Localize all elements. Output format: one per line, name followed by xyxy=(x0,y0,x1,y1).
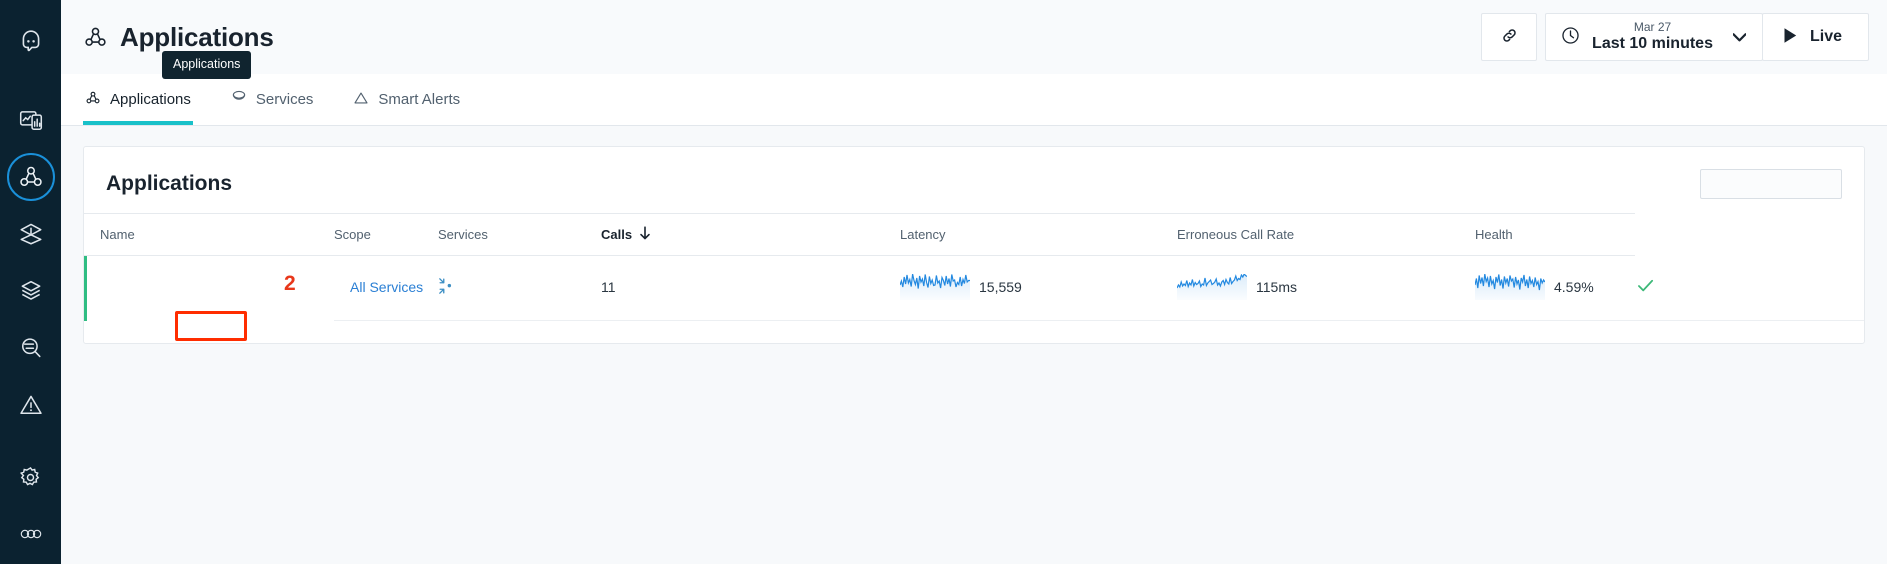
sidebar-item-applications[interactable] xyxy=(6,153,55,201)
search-box[interactable] xyxy=(1700,169,1886,199)
card-header: Applications xyxy=(84,147,1886,213)
arrow-down-icon xyxy=(639,226,651,243)
table-body: All Services 11 15,559 115ms 4.59% xyxy=(84,255,1864,321)
latency-value: 115ms xyxy=(1256,279,1297,295)
column-header-erroneous-label: Erroneous Call Rate xyxy=(1177,227,1295,242)
robot-logo-icon xyxy=(18,29,44,55)
sidebar-item-log-search[interactable] xyxy=(7,324,55,372)
dashboard-icon xyxy=(18,107,44,133)
share-link-button[interactable] xyxy=(1481,13,1538,61)
tab-services[interactable]: Services xyxy=(229,74,316,125)
sidebar-item-more[interactable] xyxy=(7,510,55,558)
warning-triangle-icon xyxy=(353,90,369,110)
column-header-erroneous-call-rate[interactable]: Erroneous Call Rate xyxy=(1177,213,1475,256)
primary-sidebar xyxy=(0,0,61,564)
page-header: Applications Applications Mar 27 Last 10… xyxy=(61,0,1887,79)
column-header-services[interactable]: Services xyxy=(438,213,601,256)
column-header-latency[interactable]: Latency xyxy=(900,213,1177,256)
sidebar-item-events[interactable] xyxy=(7,381,55,429)
sidebar-item-robot-logo[interactable] xyxy=(7,18,55,66)
column-header-services-label: Services xyxy=(438,227,488,242)
calls-metric: 15,559 xyxy=(900,274,1177,300)
header-actions: Mar 27 Last 10 minutes Live xyxy=(1481,13,1869,61)
table-header-row: Name Scope Services Calls Latency Errone… xyxy=(84,213,1864,256)
applications-icon xyxy=(18,164,44,190)
tab-services-label: Services xyxy=(255,91,314,108)
column-header-name[interactable]: Name xyxy=(84,213,334,256)
services-icon xyxy=(231,90,247,110)
card-title: Applications xyxy=(106,172,233,195)
calls-value: 15,559 xyxy=(979,279,1022,295)
applications-icon xyxy=(85,90,101,110)
link-icon xyxy=(1500,26,1519,48)
clock-icon xyxy=(1560,25,1581,49)
tab-applications[interactable]: Applications xyxy=(83,74,193,125)
time-range-date: Mar 27 xyxy=(1633,19,1672,34)
more-icon xyxy=(18,525,44,543)
search-input[interactable] xyxy=(1710,176,1886,192)
time-range-value: Last 10 minutes xyxy=(1592,34,1713,52)
column-header-scope-label: Scope xyxy=(334,227,371,242)
analyze-icon xyxy=(18,221,44,247)
latency-metric: 115ms xyxy=(1177,274,1475,300)
alerts-icon xyxy=(18,392,44,418)
sidebar-item-settings[interactable] xyxy=(7,453,55,501)
live-label: Live xyxy=(1809,28,1842,45)
cell-erroneous-call-rate: 4.59% xyxy=(1475,255,1635,321)
column-header-name-label: Name xyxy=(100,227,135,242)
live-button[interactable]: Live xyxy=(1761,13,1869,61)
column-header-calls[interactable]: Calls xyxy=(601,213,900,256)
check-icon xyxy=(1635,275,1656,299)
tab-smart-alerts[interactable]: Smart Alerts xyxy=(351,74,462,125)
time-range-picker[interactable]: Mar 27 Last 10 minutes xyxy=(1545,13,1763,61)
page-title-tooltip: Applications xyxy=(162,51,252,79)
calls-sparkline xyxy=(900,274,970,300)
column-header-latency-label: Latency xyxy=(900,227,946,242)
sidebar-item-dashboards[interactable] xyxy=(7,96,55,144)
sidebar-item-analytics[interactable] xyxy=(7,210,55,258)
cell-latency: 115ms xyxy=(1177,255,1475,321)
tab-smart-alerts-label: Smart Alerts xyxy=(378,91,461,108)
tab-bar: Applications Services Smart Alerts xyxy=(61,74,1887,126)
column-header-health[interactable]: Health xyxy=(1475,213,1635,256)
application-name-link[interactable]: All Services xyxy=(350,279,423,295)
erroneous-value: 4.59% xyxy=(1554,279,1594,295)
time-range-text: Mar 27 Last 10 minutes xyxy=(1592,19,1713,53)
settings-icon xyxy=(18,465,43,490)
applications-icon xyxy=(83,25,108,50)
chevron-down-icon xyxy=(1732,30,1747,45)
scope-focus-icon xyxy=(438,277,456,298)
column-header-calls-label: Calls xyxy=(601,227,633,242)
cell-calls: 15,559 xyxy=(900,255,1177,321)
latency-sparkline xyxy=(1177,274,1247,300)
infrastructure-icon xyxy=(18,278,44,304)
main-region: Applications Applications Mar 27 Last 10… xyxy=(61,0,1887,564)
page-title: Applications xyxy=(120,21,274,52)
table-row[interactable]: All Services 11 15,559 115ms 4.59% xyxy=(84,255,1864,321)
cell-services: 11 xyxy=(601,255,900,321)
cell-name: All Services xyxy=(334,255,438,321)
tab-applications-label: Applications xyxy=(110,91,191,108)
column-header-health-label: Health xyxy=(1475,227,1513,242)
play-icon xyxy=(1783,27,1798,47)
page-title-group: Applications xyxy=(83,22,274,53)
search-logs-icon xyxy=(18,335,44,361)
column-header-scope[interactable]: Scope xyxy=(334,213,438,256)
table-head: Name Scope Services Calls Latency Errone… xyxy=(84,213,1864,256)
cell-health xyxy=(1635,255,1864,321)
erroneous-metric: 4.59% xyxy=(1475,274,1635,300)
cell-scope xyxy=(438,255,601,321)
sidebar-item-infrastructure[interactable] xyxy=(7,267,55,315)
page-content: Applications Name Scope Services Calls L… xyxy=(61,126,1887,564)
app-root: Applications Applications Mar 27 Last 10… xyxy=(0,0,1887,564)
erroneous-sparkline xyxy=(1475,274,1545,300)
applications-table: Name Scope Services Calls Latency Errone… xyxy=(84,213,1864,321)
health-status xyxy=(1635,275,1864,299)
applications-card: Applications Name Scope Services Calls L… xyxy=(83,146,1886,344)
